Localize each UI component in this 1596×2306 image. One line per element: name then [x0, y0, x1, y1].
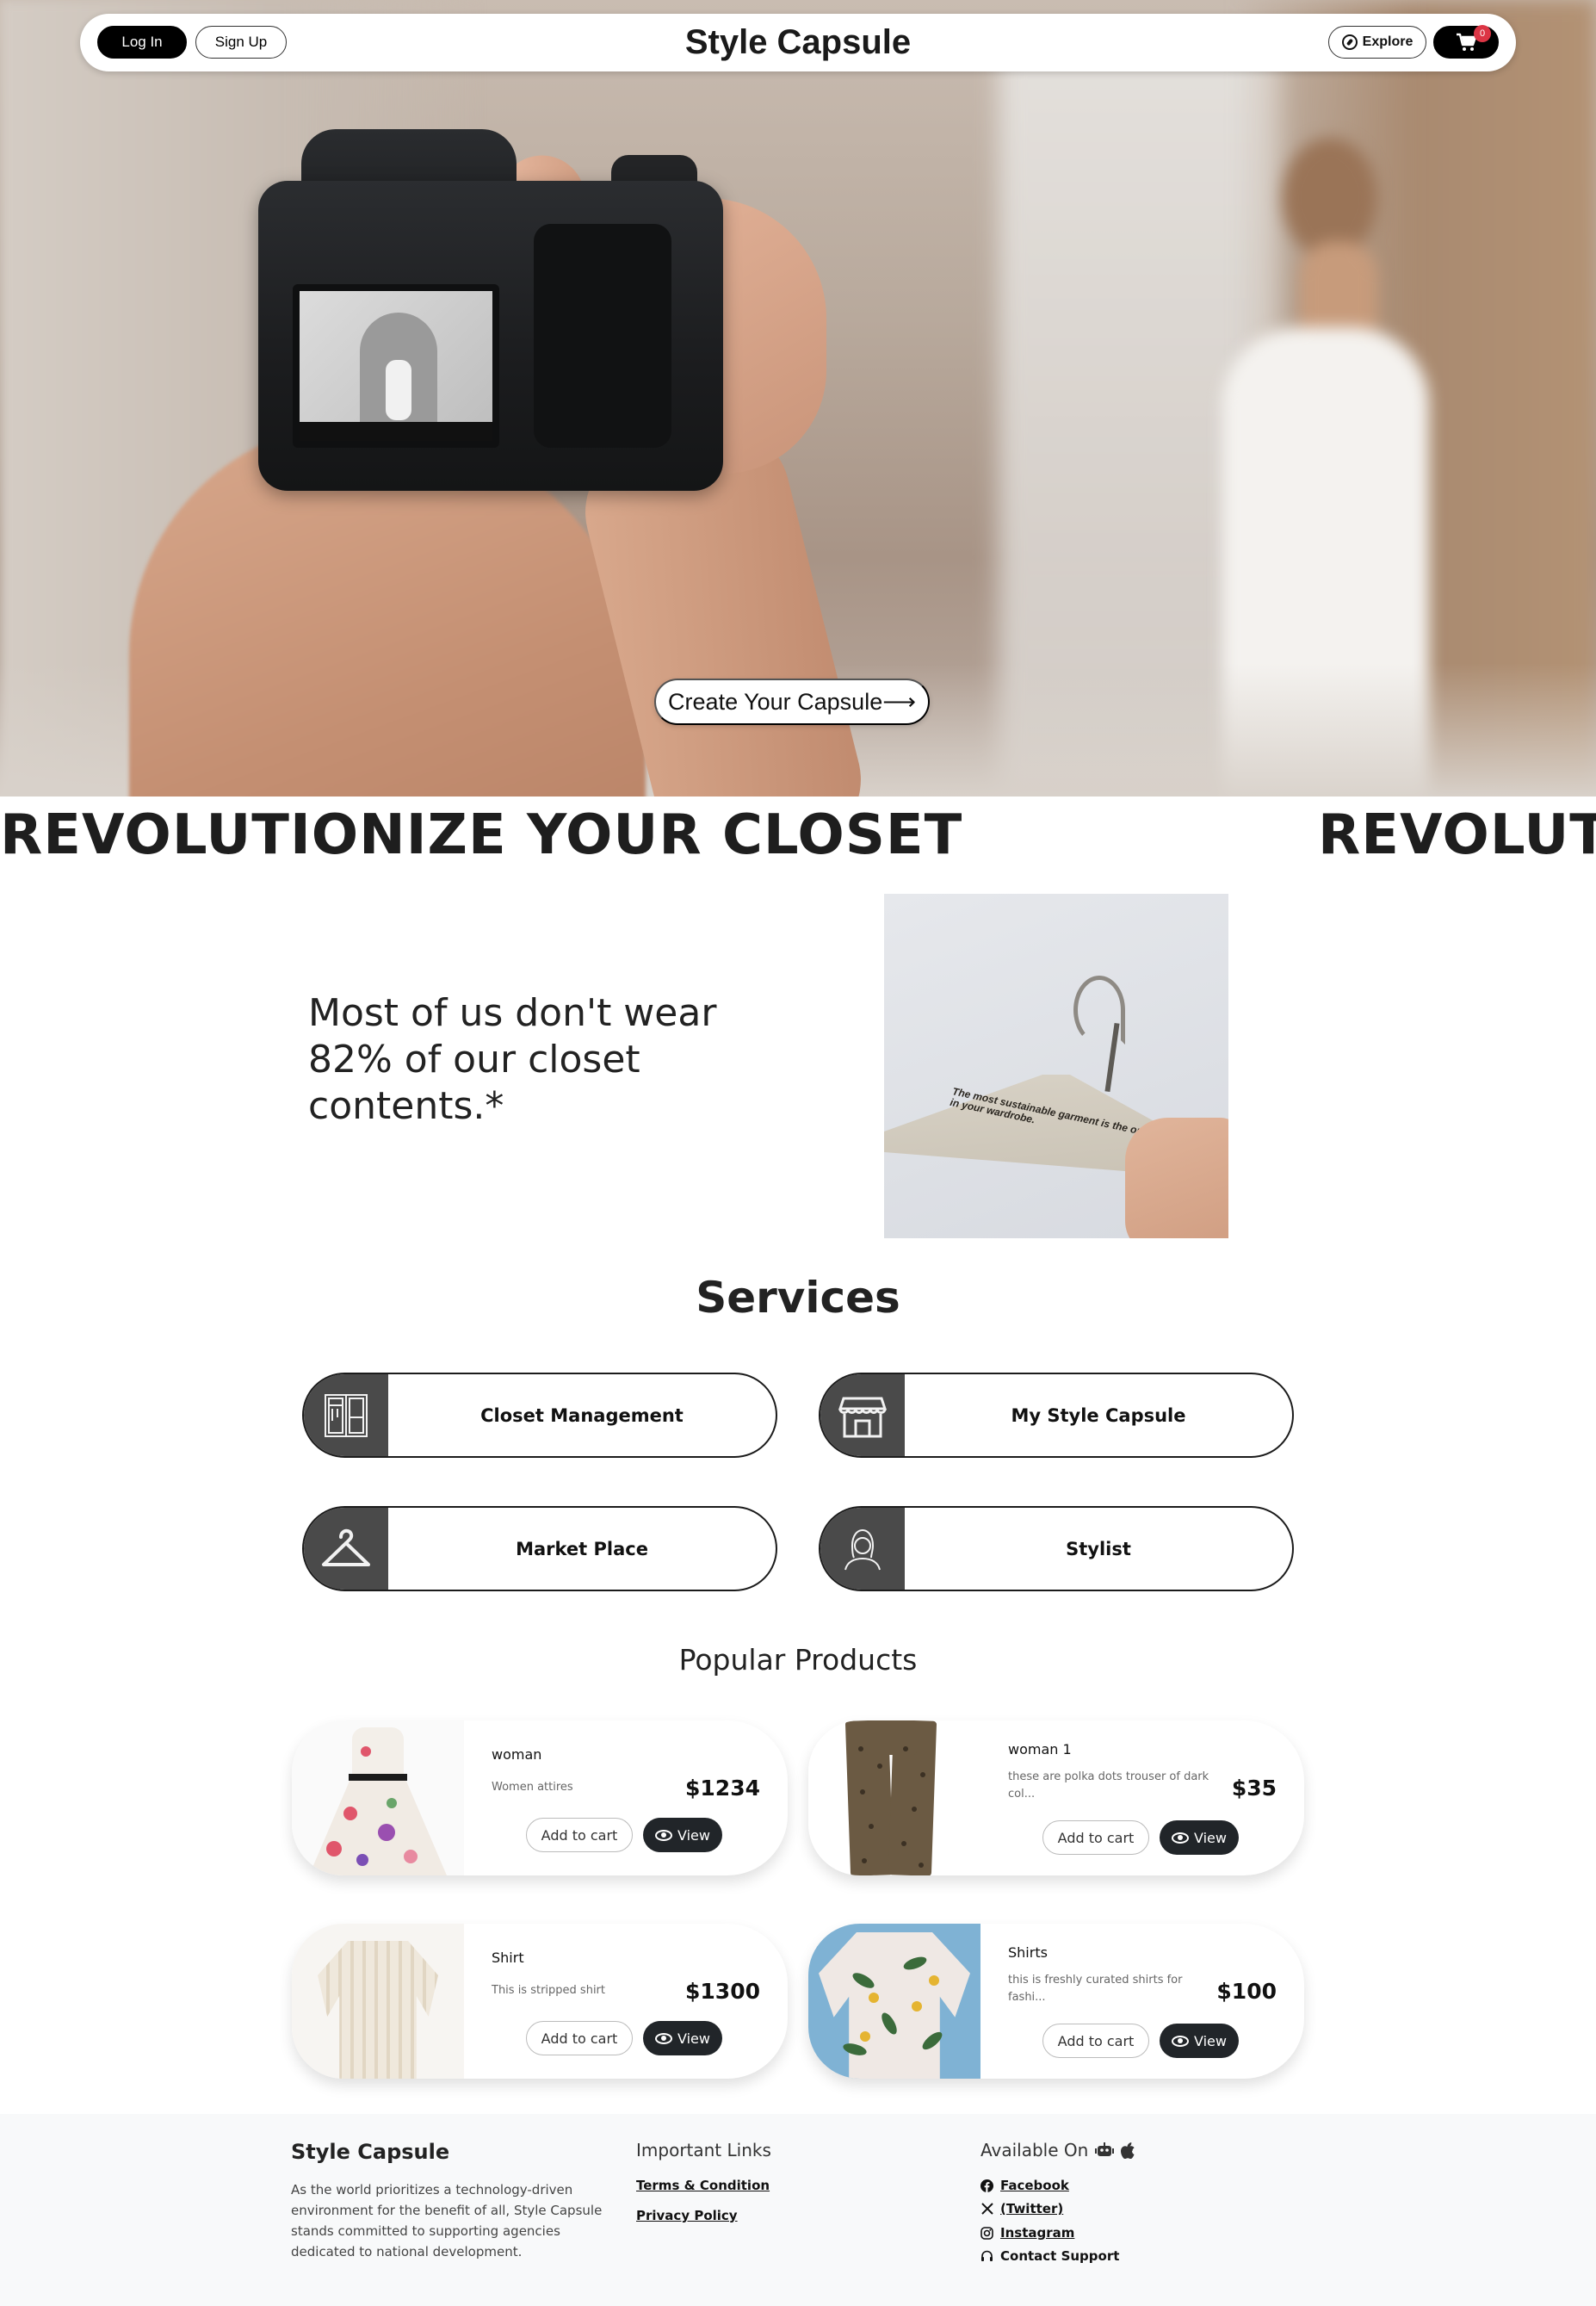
important-links-heading: Important Links — [636, 2140, 771, 2160]
instagram-link[interactable]: Instagram — [980, 2225, 1074, 2241]
view-label: View — [1194, 2032, 1227, 2049]
contact-support-link[interactable]: Contact Support — [980, 2248, 1119, 2264]
product-price: $1234 — [685, 1776, 760, 1801]
explore-button[interactable]: Explore — [1328, 26, 1426, 59]
top-navbar: Log In Sign Up Style Capsule Explore 0 — [80, 14, 1516, 71]
add-to-cart-button[interactable]: Add to cart — [1042, 2024, 1149, 2058]
product-description: these are polka dots trouser of dark col… — [1008, 1770, 1209, 1801]
add-to-cart-button[interactable]: Add to cart — [526, 2021, 633, 2055]
headset-icon — [980, 2250, 993, 2263]
twitter-label: (Twitter) — [1000, 2201, 1064, 2216]
cart-button[interactable]: 0 — [1433, 25, 1499, 59]
service-closet-management[interactable]: Closet Management — [302, 1373, 777, 1458]
explore-label: Explore — [1362, 34, 1414, 49]
service-stylist[interactable]: Stylist — [819, 1506, 1294, 1591]
popular-products-heading: Popular Products — [678, 1643, 918, 1677]
product-description: This is stripped shirt — [492, 1984, 605, 1997]
closet-stat-text: Most of us don't wear 82% of our closet … — [308, 991, 717, 1128]
product-image-hawaiian-shirt[interactable] — [808, 1924, 980, 2079]
view-label: View — [677, 1826, 710, 1844]
add-to-cart-button[interactable]: Add to cart — [1042, 1820, 1149, 1855]
view-button[interactable]: View — [1160, 1820, 1239, 1855]
contact-support-label: Contact Support — [1000, 2248, 1120, 2264]
eye-icon — [1172, 2035, 1190, 2047]
service-label: My Style Capsule — [1011, 1404, 1186, 1426]
product-name: Shirts — [1008, 1944, 1048, 1961]
product-name: Shirt — [492, 1950, 524, 1966]
view-label: View — [1194, 1829, 1227, 1846]
product-image-polka-dot-trousers[interactable] — [808, 1720, 980, 1875]
services-heading: Services — [696, 1273, 900, 1323]
x-twitter-icon — [980, 2203, 993, 2216]
product-card: woman Women attires $1234 Add to cart Vi… — [292, 1720, 788, 1875]
service-label: Closet Management — [480, 1404, 684, 1426]
product-description: Women attires — [492, 1781, 573, 1794]
service-my-style-capsule[interactable]: My Style Capsule — [819, 1373, 1294, 1458]
footer-brand: Style Capsule — [291, 2140, 450, 2164]
product-card: Shirts this is freshly curated shirts fo… — [808, 1924, 1304, 2079]
available-on-heading: Available On — [980, 2140, 1135, 2160]
product-price: $35 — [1231, 1776, 1277, 1801]
service-market-place[interactable]: Market Place — [302, 1506, 777, 1591]
hero-banner: Create Your Capsule⟶ — [0, 0, 1596, 797]
add-to-cart-button[interactable]: Add to cart — [526, 1818, 633, 1852]
hanger-image: The most sustainable garment is the one … — [884, 894, 1228, 1238]
site-footer: Style Capsule As the world prioritizes a… — [0, 2114, 1596, 2306]
product-card: woman 1 these are polka dots trouser of … — [808, 1720, 1304, 1875]
footer-about-text: As the world prioritizes a technology-dr… — [291, 2182, 603, 2260]
hero-camera — [250, 129, 732, 491]
instagram-label: Instagram — [1000, 2225, 1075, 2241]
product-name: woman — [492, 1746, 542, 1763]
view-button[interactable]: View — [643, 1818, 722, 1852]
camera-screen — [293, 284, 499, 448]
facebook-label: Facebook — [1000, 2178, 1069, 2193]
view-button[interactable]: View — [1160, 2024, 1239, 2058]
marquee-text: REVOLUTIONIZE YOUR CLOSET — [0, 803, 963, 867]
eye-icon — [1172, 1832, 1190, 1844]
product-card: Shirt This is stripped shirt $1300 Add t… — [292, 1924, 788, 2079]
apple-icon[interactable] — [1121, 2142, 1135, 2159]
stylist-icon — [820, 1508, 905, 1590]
product-description: this is freshly curated shirts for fashi… — [1008, 1974, 1183, 2004]
eye-icon — [655, 2032, 673, 2044]
wardrobe-icon — [304, 1374, 388, 1456]
privacy-policy-link[interactable]: Privacy Policy — [636, 2208, 738, 2223]
product-name: woman 1 — [1008, 1741, 1072, 1757]
product-image-striped-shirt[interactable] — [292, 1924, 464, 2079]
android-icon[interactable] — [1095, 2142, 1115, 2159]
cart-count-badge: 0 — [1474, 25, 1491, 42]
eye-icon — [655, 1829, 673, 1841]
terms-link[interactable]: Terms & Condition — [636, 2178, 770, 2193]
product-price: $100 — [1216, 1979, 1277, 2004]
view-button[interactable]: View — [643, 2021, 722, 2055]
available-on-label: Available On — [980, 2140, 1089, 2160]
marquee-banner: REVOLUTIONIZE YOUR CLOSET REVOLUTIONIZE … — [0, 799, 1596, 877]
store-icon — [820, 1374, 905, 1456]
compass-icon — [1341, 34, 1358, 50]
instagram-icon — [980, 2226, 993, 2240]
facebook-link[interactable]: Facebook — [980, 2178, 1069, 2193]
product-image-floral-dress[interactable] — [292, 1720, 464, 1875]
product-price: $1300 — [685, 1979, 760, 2004]
service-label: Market Place — [516, 1538, 648, 1559]
service-label: Stylist — [1066, 1538, 1131, 1559]
view-label: View — [677, 2030, 710, 2047]
create-capsule-button[interactable]: Create Your Capsule⟶ — [654, 679, 930, 725]
twitter-link[interactable]: (Twitter) — [980, 2201, 1063, 2216]
hanger-icon — [304, 1508, 388, 1590]
marquee-text-repeat: REVOLUTIONIZE YOUR CLOSET — [1318, 803, 1596, 867]
facebook-icon — [980, 2179, 993, 2192]
brand-title: Style Capsule — [684, 23, 912, 61]
